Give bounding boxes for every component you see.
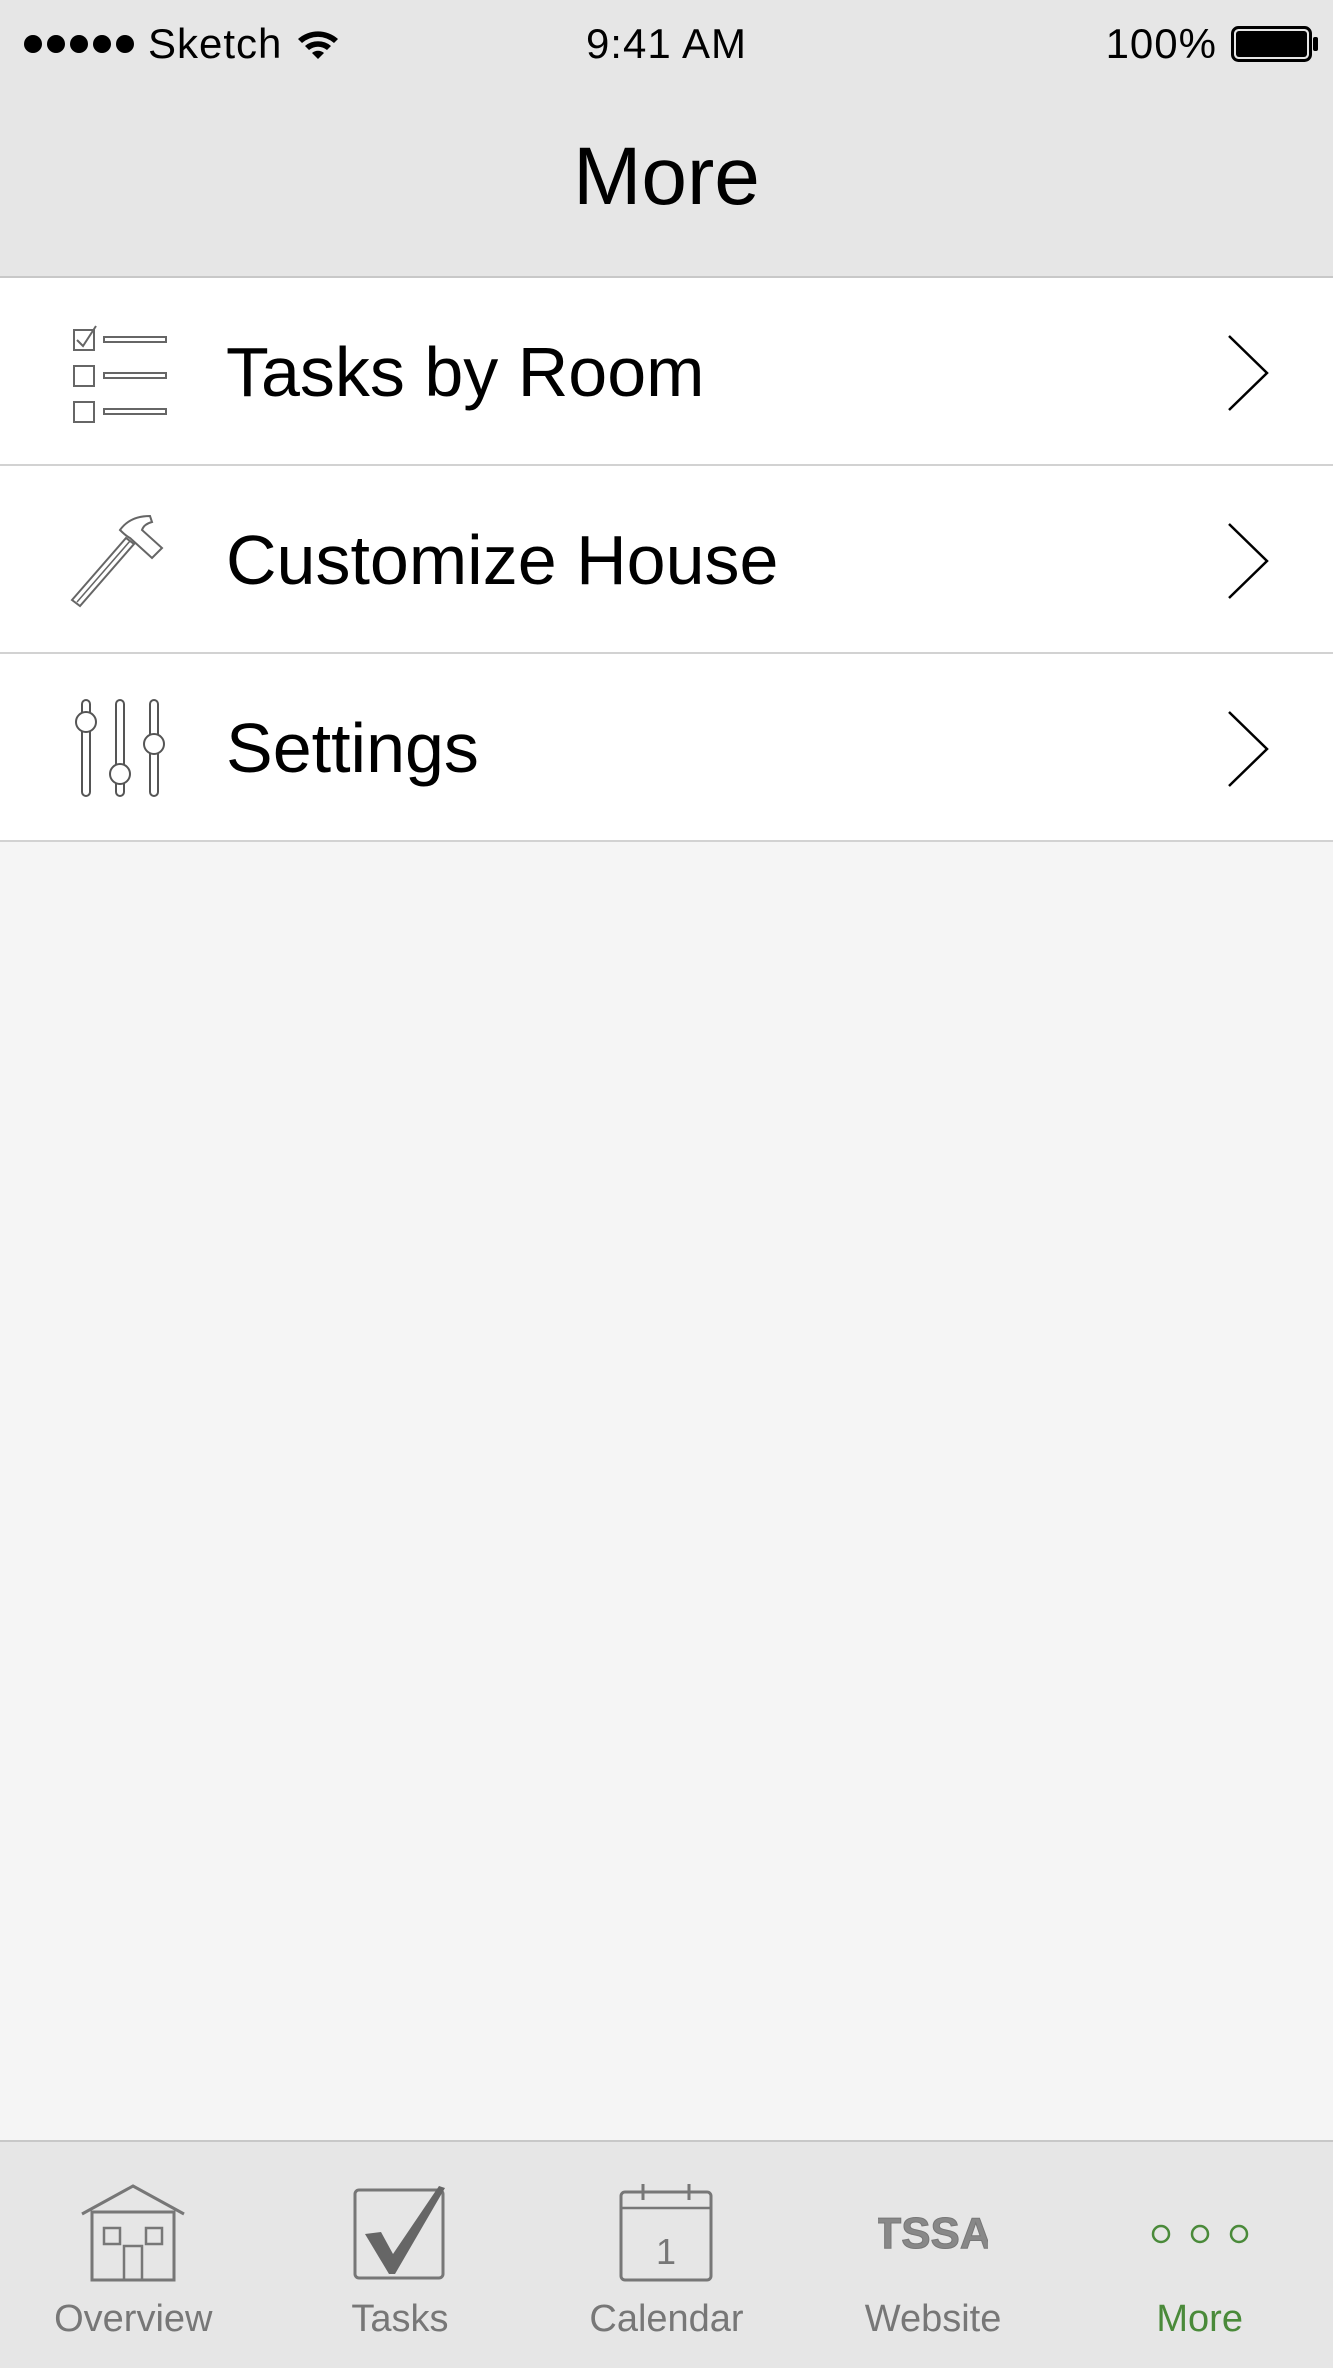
tab-overview[interactable]: Overview — [0, 2142, 267, 2368]
battery-icon — [1231, 26, 1318, 62]
more-dots-icon — [1151, 2224, 1248, 2244]
tab-tasks[interactable]: Tasks — [267, 2142, 534, 2368]
chevron-right-icon — [1228, 711, 1269, 787]
tssa-logo-icon: TSSA — [878, 2209, 988, 2259]
checkbox-icon — [353, 2186, 445, 2280]
menu-item-label: Settings — [226, 709, 479, 787]
calendar-icon: 1 — [619, 2184, 713, 2282]
tab-calendar[interactable]: 1 Calendar — [533, 2142, 800, 2368]
menu-list: Tasks by Room Customize House Settings — [0, 278, 1333, 842]
house-icon — [81, 2184, 186, 2282]
menu-item-label: Tasks by Room — [226, 333, 705, 411]
tab-bar: Overview Tasks 1 Calendar TSSA Website M… — [0, 2140, 1333, 2368]
battery-percentage: 100% — [1105, 20, 1217, 67]
checklist-icon — [73, 325, 167, 423]
menu-item-tasks-by-room[interactable]: Tasks by Room — [0, 278, 1333, 466]
navigation-bar: More — [0, 88, 1333, 278]
tab-label: Website — [864, 2298, 1002, 2340]
tab-more[interactable]: More — [1066, 2142, 1333, 2368]
tab-website[interactable]: TSSA Website — [800, 2142, 1067, 2368]
menu-item-label: Customize House — [226, 521, 779, 599]
chevron-right-icon — [1228, 523, 1269, 599]
status-right: 100% — [1106, 18, 1319, 70]
tab-label: Overview — [54, 2298, 213, 2340]
menu-item-customize-house[interactable]: Customize House — [0, 466, 1333, 654]
calendar-day-number: 1 — [656, 2231, 676, 2272]
sliders-icon — [75, 699, 165, 797]
menu-item-settings[interactable]: Settings — [0, 654, 1333, 842]
tab-label: Tasks — [351, 2298, 449, 2340]
tab-label: Calendar — [589, 2298, 744, 2340]
tab-label: More — [1156, 2298, 1243, 2340]
chevron-right-icon — [1228, 335, 1269, 411]
tssa-logo-text: TSSA — [878, 2209, 988, 2258]
page-title: More — [573, 131, 760, 222]
hammer-icon — [70, 514, 164, 608]
status-bar: Sketch 9:41 AM 100% — [0, 0, 1333, 88]
